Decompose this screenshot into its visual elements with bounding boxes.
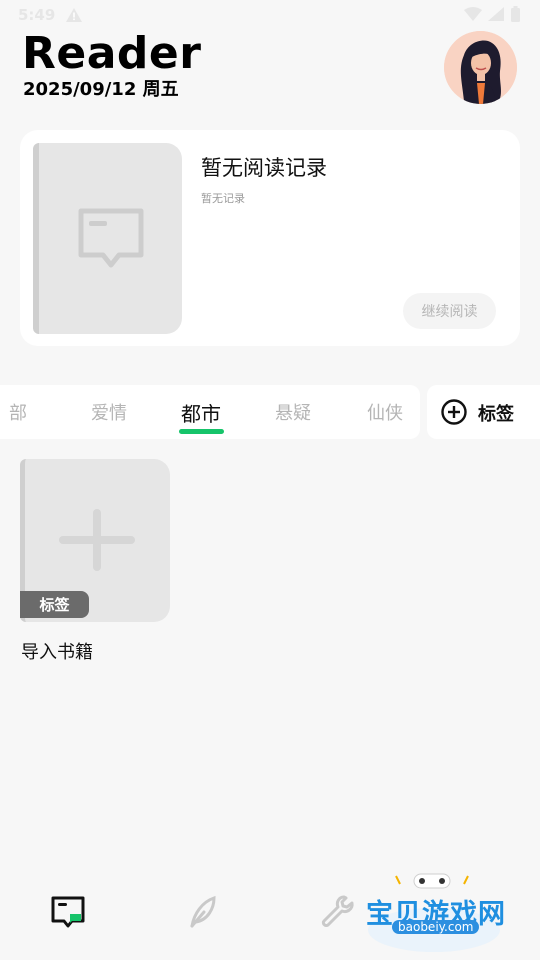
tab-romance[interactable]: 爱情 <box>78 385 140 439</box>
status-bar: 5:49 <box>0 0 540 30</box>
book-placeholder-icon <box>78 208 144 268</box>
recent-title: 暂无阅读记录 <box>201 156 327 180</box>
add-tag-button[interactable]: 标签 <box>427 385 540 439</box>
tag-badge: 标签 <box>20 591 89 618</box>
app-date: 2025/09/12 周五 <box>23 79 179 100</box>
signal-icon <box>488 7 504 21</box>
watermark-url: baobeiy.com <box>392 920 480 934</box>
active-tab-indicator <box>179 429 224 434</box>
app-title: Reader <box>22 28 202 79</box>
feather-icon[interactable] <box>184 894 220 930</box>
recent-subtitle: 暂无记录 <box>201 192 245 205</box>
wifi-icon <box>464 7 482 21</box>
plus-circle-icon <box>441 399 467 425</box>
bookshelf-icon[interactable] <box>50 894 86 930</box>
status-time: 5:49 <box>18 6 56 24</box>
plus-icon <box>59 509 135 571</box>
book-cover-placeholder <box>33 143 182 334</box>
battery-icon <box>511 6 520 22</box>
warning-icon <box>66 8 82 22</box>
add-tag-label: 标签 <box>478 404 514 425</box>
tab-xianxia[interactable]: 仙侠 <box>354 385 416 439</box>
continue-reading-button[interactable]: 继续阅读 <box>403 293 496 329</box>
tab-partial[interactable]: 部 <box>0 385 48 439</box>
tab-suspense[interactable]: 悬疑 <box>262 385 324 439</box>
avatar-illustration <box>444 31 517 104</box>
wrench-icon[interactable] <box>320 894 356 930</box>
avatar[interactable] <box>444 31 517 104</box>
recent-reading-card[interactable]: 暂无阅读记录 暂无记录 继续阅读 <box>20 130 520 346</box>
import-book-label[interactable]: 导入书籍 <box>21 638 93 664</box>
watermark-logo: 宝贝游戏网 baobeiy.com <box>362 868 512 958</box>
